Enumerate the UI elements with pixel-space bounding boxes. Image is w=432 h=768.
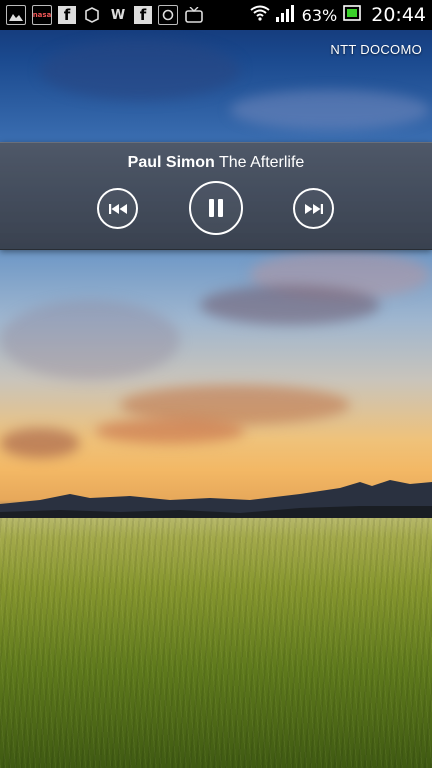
battery-icon (343, 5, 362, 25)
next-track-button[interactable] (293, 188, 334, 229)
nasatv-icon: nasa (32, 5, 52, 25)
battery-percent: 63% (301, 5, 338, 25)
carrier-label: NTT DOCOMO (330, 42, 422, 57)
track-title: The Afterlife (218, 154, 305, 171)
cloud (95, 418, 245, 444)
wheat-field (0, 518, 432, 768)
wifi-icon (250, 5, 270, 25)
app-icon (158, 5, 178, 25)
cloud (200, 285, 380, 325)
clock: 20:44 (371, 4, 426, 26)
artist-name: Paul Simon (127, 154, 215, 171)
cloud (40, 40, 240, 100)
app-icon (82, 5, 102, 25)
previous-track-button[interactable] (97, 188, 138, 229)
status-bar: nasa f W f 63% 20:44 (0, 0, 432, 30)
wallpaper (0, 0, 432, 768)
previous-icon (108, 203, 127, 214)
cloud (0, 428, 80, 458)
walkman-icon: W (110, 7, 126, 23)
gallery-icon (6, 5, 26, 25)
signal-icon (275, 4, 296, 26)
pause-button[interactable] (189, 181, 243, 235)
system-status: 63% 20:44 (250, 4, 432, 26)
facebook-icon: f (134, 6, 152, 24)
now-playing[interactable]: Paul Simon The Afterlife (0, 154, 432, 172)
pause-icon (209, 199, 223, 217)
cloud (230, 90, 430, 130)
tv-icon (184, 5, 204, 25)
notification-icons[interactable]: nasa f W f (0, 5, 204, 25)
facebook-icon: f (58, 6, 76, 24)
next-icon (304, 203, 323, 214)
cloud (0, 300, 180, 380)
music-widget[interactable]: Paul Simon The Afterlife (0, 142, 432, 250)
